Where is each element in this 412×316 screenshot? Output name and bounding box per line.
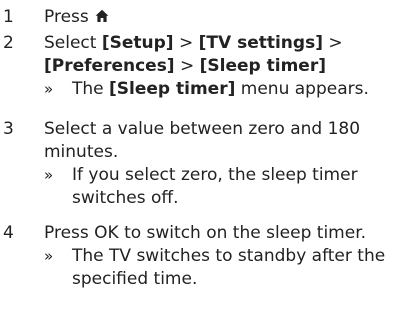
step-1: 1 Press: [0, 6, 412, 30]
step-text: Press: [44, 6, 410, 29]
note-bullet: »: [44, 166, 54, 184]
step-number: 3: [3, 119, 14, 139]
press-label: Press: [44, 7, 89, 27]
step-3: 3 Select a value between zero and 180 mi…: [0, 118, 412, 210]
select-label: Select: [44, 33, 97, 53]
result-menu-name: [Sleep timer]: [109, 79, 236, 99]
menu-sleep-timer: [Sleep timer]: [199, 56, 326, 76]
step-line: Select a value between zero and 180: [44, 119, 361, 139]
step-text: Select [Setup] > [TV settings] > [Prefer…: [44, 32, 410, 101]
menu-preferences: [Preferences]: [44, 56, 175, 76]
home-icon: [95, 9, 109, 22]
note-line: The TV switches to standby after the: [72, 246, 386, 266]
result-text-the: The: [72, 79, 104, 99]
result-text-rest: menu appears.: [240, 79, 369, 99]
result-bullet: »: [44, 80, 54, 98]
menu-separator: >: [178, 33, 194, 53]
step-line: Press OK to switch on the sleep timer.: [44, 223, 367, 243]
note-bullet: »: [44, 247, 54, 265]
step-number: 4: [3, 223, 14, 243]
menu-separator: >: [180, 56, 195, 76]
step-number: 2: [3, 33, 14, 53]
step-note: » The TV switches to standby after the s…: [44, 245, 410, 291]
step-line: minutes.: [44, 142, 119, 162]
step-4: 4 Press OK to switch on the sleep timer.…: [0, 222, 412, 294]
note-line: switches off.: [72, 188, 179, 208]
step-number: 1: [3, 7, 14, 27]
menu-tv-settings: [TV settings]: [198, 33, 323, 53]
note-line: If you select zero, the sleep timer: [72, 165, 358, 185]
step-text: Press OK to switch on the sleep timer. »…: [44, 222, 410, 291]
menu-setup: [Setup]: [101, 33, 174, 53]
step-note: » If you select zero, the sleep timer sw…: [44, 164, 410, 210]
step-result: » The [Sleep timer] menu appears.: [44, 78, 410, 101]
note-line: specified time.: [72, 269, 198, 289]
menu-separator: >: [328, 33, 343, 53]
step-text: Select a value between zero and 180 minu…: [44, 118, 410, 210]
step-2: 2 Select [Setup] > [TV settings] > [Pref…: [0, 32, 412, 108]
instruction-list: 1 Press 2 Select [Setup] > [TV settings]…: [0, 0, 412, 316]
